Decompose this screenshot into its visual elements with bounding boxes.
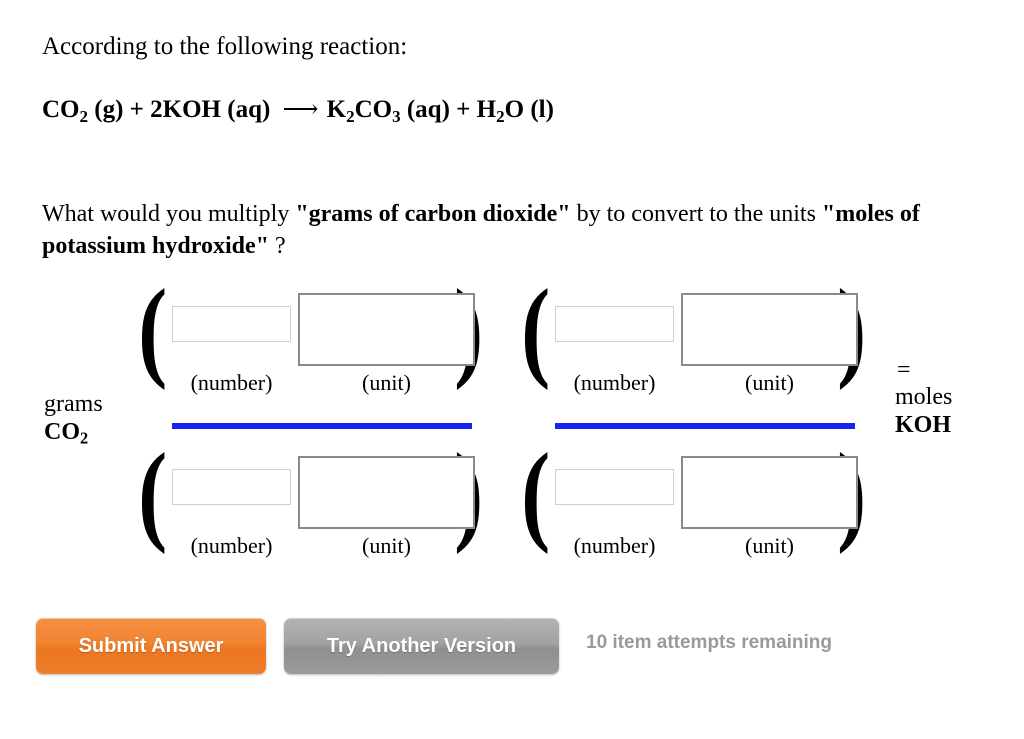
factor-2-numerator-number-input[interactable] bbox=[556, 307, 673, 341]
caption-unit: (unit) bbox=[362, 533, 411, 558]
product1-symbol-k: K bbox=[326, 96, 347, 123]
equals-sign: = bbox=[897, 357, 911, 383]
factor-2-numerator: (number) (unit) bbox=[553, 285, 858, 395]
intro-text: According to the following reaction: bbox=[42, 33, 408, 60]
factor-2-numerator-unit-box[interactable] bbox=[681, 293, 858, 366]
caption-unit: (unit) bbox=[362, 370, 411, 395]
caption-unit: (unit) bbox=[745, 533, 794, 558]
from-unit-label-bottom: CO2 bbox=[44, 418, 103, 448]
factor-2-numerator-number-box[interactable] bbox=[555, 306, 674, 342]
factor-2-denominator-unit-input[interactable] bbox=[683, 458, 856, 527]
to-unit-label-bottom: KOH bbox=[895, 412, 952, 439]
factor-2-denominator-number-box[interactable] bbox=[555, 469, 674, 505]
factor-1-denominator-number-box[interactable] bbox=[172, 469, 291, 505]
factor-1-numerator-number-box[interactable] bbox=[172, 306, 291, 342]
product2-symbol-o: O bbox=[504, 96, 525, 123]
product1-phase: (aq) bbox=[406, 96, 450, 123]
conversion-factor-2: ( ) ( ) (number) (unit) (number) (unit) bbox=[517, 273, 866, 570]
product1-symbol-co: CO bbox=[354, 96, 393, 123]
paren-open-icon: ( bbox=[521, 267, 551, 391]
caption-number: (number) bbox=[573, 370, 656, 395]
factor-2-numerator-unit-input[interactable] bbox=[683, 295, 856, 364]
conversion-factor-1: ( ) ( ) (number) (unit) (number) (unit) bbox=[134, 273, 483, 570]
factor-2-denominator-number-input[interactable] bbox=[556, 470, 673, 504]
fraction-bar bbox=[555, 423, 855, 429]
factor-1-numerator: (number) (unit) bbox=[170, 285, 475, 395]
from-unit-label: grams CO2 bbox=[44, 390, 103, 448]
question-segment-2: by to convert to the units bbox=[570, 201, 822, 227]
reactant1-symbol: CO bbox=[42, 96, 80, 123]
from-unit-formula: CO bbox=[44, 419, 80, 446]
paren-open-icon: ( bbox=[138, 431, 168, 555]
reactant1-subscript: 2 bbox=[79, 106, 89, 126]
equation-plus-2: + bbox=[456, 96, 471, 123]
question-segment-3: ? bbox=[268, 233, 286, 260]
question-segment-1: What would you multiply bbox=[42, 201, 296, 227]
factor-1-denominator: (number) (unit) bbox=[170, 448, 475, 558]
reactant2-phase: (aq) bbox=[227, 96, 271, 123]
paren-open-icon: ( bbox=[138, 267, 168, 391]
to-unit-label: moles KOH bbox=[895, 383, 952, 440]
caption-number: (number) bbox=[190, 370, 273, 395]
attempts-remaining-text: 10 item attempts remaining bbox=[586, 632, 833, 653]
reactant1-phase: (g) bbox=[94, 96, 124, 123]
question-text: What would you multiply "grams of carbon… bbox=[42, 198, 952, 262]
product2-phase: (l) bbox=[530, 96, 554, 123]
factor-1-denominator-unit-input[interactable] bbox=[300, 458, 473, 527]
submit-answer-button[interactable]: Submit Answer bbox=[36, 618, 266, 674]
from-unit-subscript: 2 bbox=[80, 428, 89, 448]
reactant2-symbol: 2KOH bbox=[150, 96, 221, 123]
question-bold-from-unit: "grams of carbon dioxide" bbox=[295, 201, 571, 227]
fraction-bar bbox=[172, 423, 472, 429]
chemical-equation: CO2 (g) + 2KOH (aq) ⟶ K2CO3 (aq) + H2O (… bbox=[42, 95, 554, 127]
try-another-version-button[interactable]: Try Another Version bbox=[284, 618, 559, 674]
product1-subscript-co: 3 bbox=[392, 106, 401, 126]
factor-2-denominator: (number) (unit) bbox=[553, 448, 858, 558]
paren-open-icon: ( bbox=[521, 431, 551, 555]
reaction-arrow-icon: ⟶ bbox=[282, 96, 319, 123]
conversion-expression: grams CO2 ( ) ( ) (number) (unit) (nu bbox=[40, 273, 990, 570]
caption-number: (number) bbox=[190, 533, 273, 558]
equation-product-k2co3: K2CO3 bbox=[326, 96, 401, 126]
factor-1-numerator-unit-input[interactable] bbox=[300, 295, 473, 364]
equation-product-h2o: H2O bbox=[476, 96, 525, 126]
product2-subscript-h: 2 bbox=[496, 106, 505, 126]
factor-1-denominator-unit-box[interactable] bbox=[298, 456, 475, 529]
factor-1-numerator-unit-box[interactable] bbox=[298, 293, 475, 366]
equation-reactant-co2: CO2 bbox=[42, 96, 89, 126]
equation-plus-1: + bbox=[129, 96, 144, 123]
caption-number: (number) bbox=[573, 533, 656, 558]
factor-2-denominator-unit-box[interactable] bbox=[681, 456, 858, 529]
from-unit-label-top: grams bbox=[44, 391, 103, 417]
product1-subscript-k: 2 bbox=[346, 106, 355, 126]
product2-symbol-h: H bbox=[476, 96, 497, 123]
caption-unit: (unit) bbox=[745, 370, 794, 395]
factor-1-denominator-number-input[interactable] bbox=[173, 470, 290, 504]
factor-1-numerator-number-input[interactable] bbox=[173, 307, 290, 341]
to-unit-label-top: moles bbox=[895, 384, 953, 410]
